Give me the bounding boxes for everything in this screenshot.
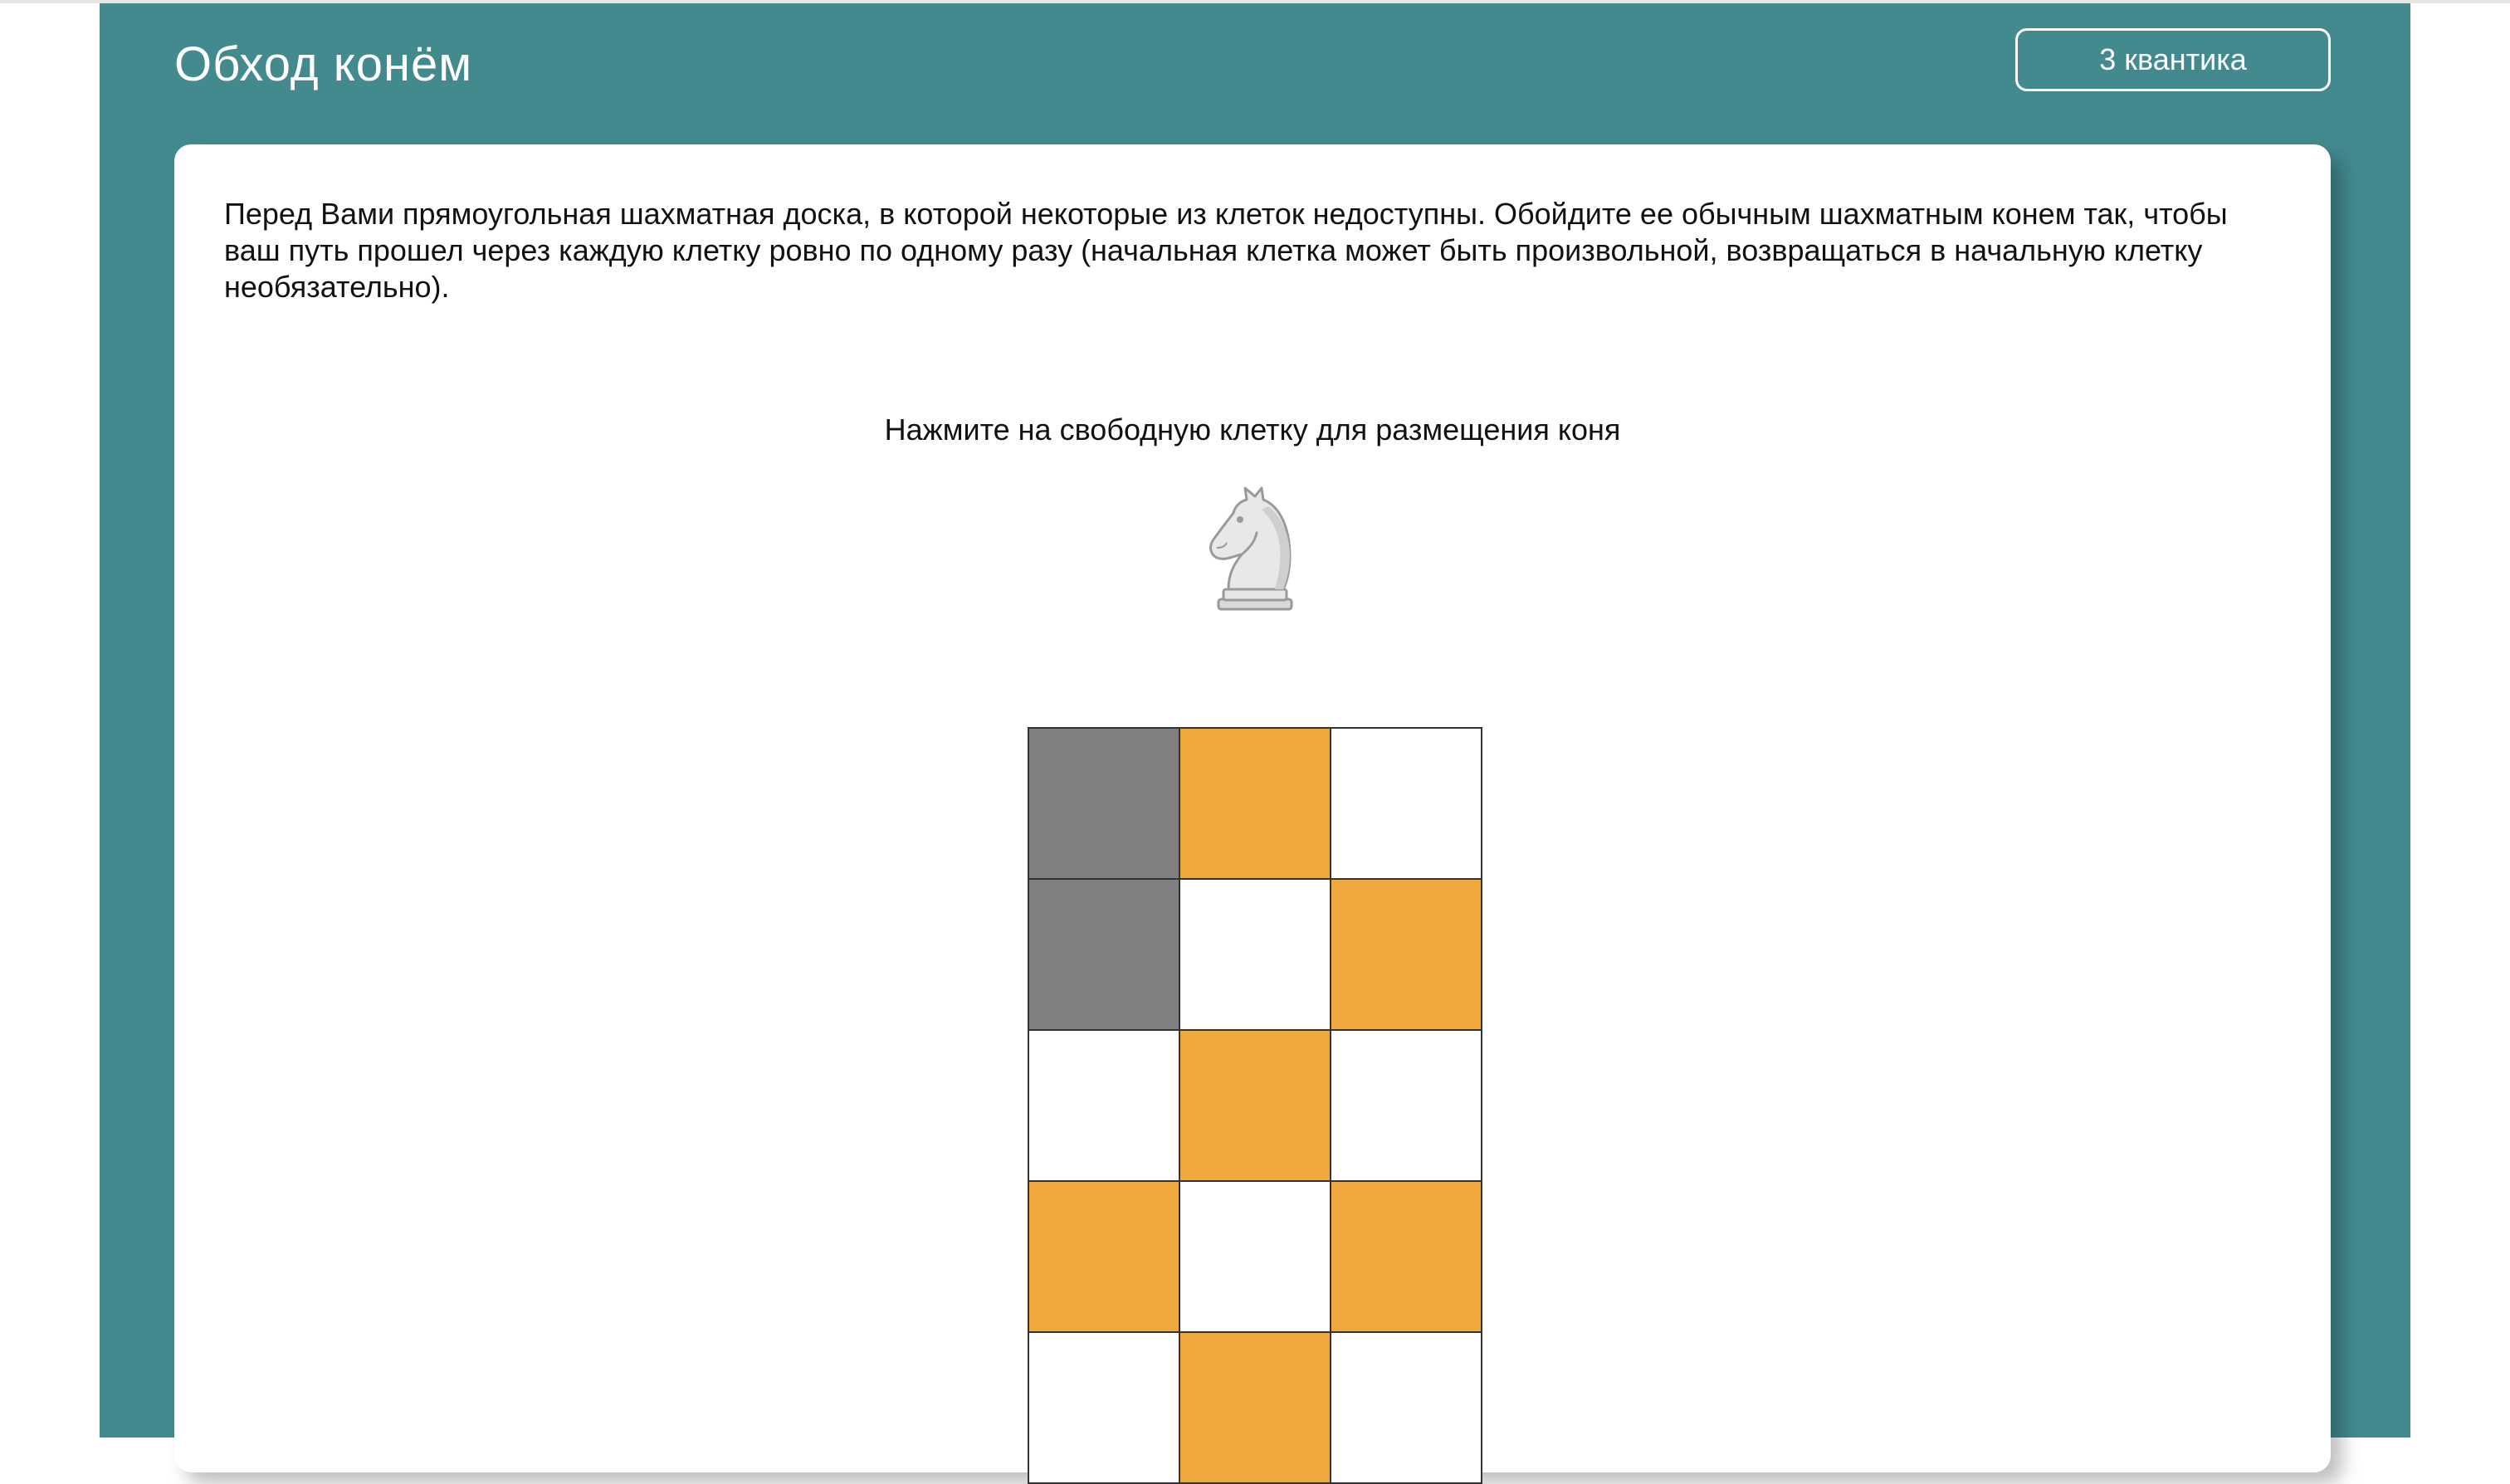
board-cell[interactable] <box>1180 880 1331 1031</box>
task-description: Перед Вами прямоугольная шахматная доска… <box>224 197 2228 304</box>
board-cell[interactable] <box>1180 729 1331 880</box>
chess-knight-icon-graphic <box>1209 486 1293 611</box>
chess-board <box>1028 727 1482 1484</box>
page-title: Обход конём <box>174 37 473 91</box>
board-cell-blocked <box>1029 880 1180 1031</box>
board-cell[interactable] <box>1180 1333 1331 1484</box>
board-cell[interactable] <box>1180 1182 1331 1333</box>
board-cell[interactable] <box>1180 1031 1331 1182</box>
board-cell[interactable] <box>1029 1333 1180 1484</box>
board-cell[interactable] <box>1331 880 1482 1031</box>
task-card: Перед Вами прямоугольная шахматная доска… <box>174 144 2331 1484</box>
chess-knight-icon[interactable] <box>1204 476 1306 618</box>
board-cell[interactable] <box>1331 1031 1482 1182</box>
board-cell[interactable] <box>1331 1333 1482 1484</box>
task-panel: Обход конём 3 квантика Перед Вами прямоу… <box>100 3 2410 1484</box>
board-cell-blocked <box>1029 729 1180 880</box>
board-cell[interactable] <box>1029 1182 1180 1333</box>
board-cell[interactable] <box>1331 1182 1482 1333</box>
board-cell[interactable] <box>1331 729 1482 880</box>
instruction-text: Нажмите на свободную клетку для размещен… <box>884 412 1621 447</box>
board-cell[interactable] <box>1029 1031 1180 1182</box>
quanta-button[interactable]: 3 квантика <box>2015 28 2331 91</box>
